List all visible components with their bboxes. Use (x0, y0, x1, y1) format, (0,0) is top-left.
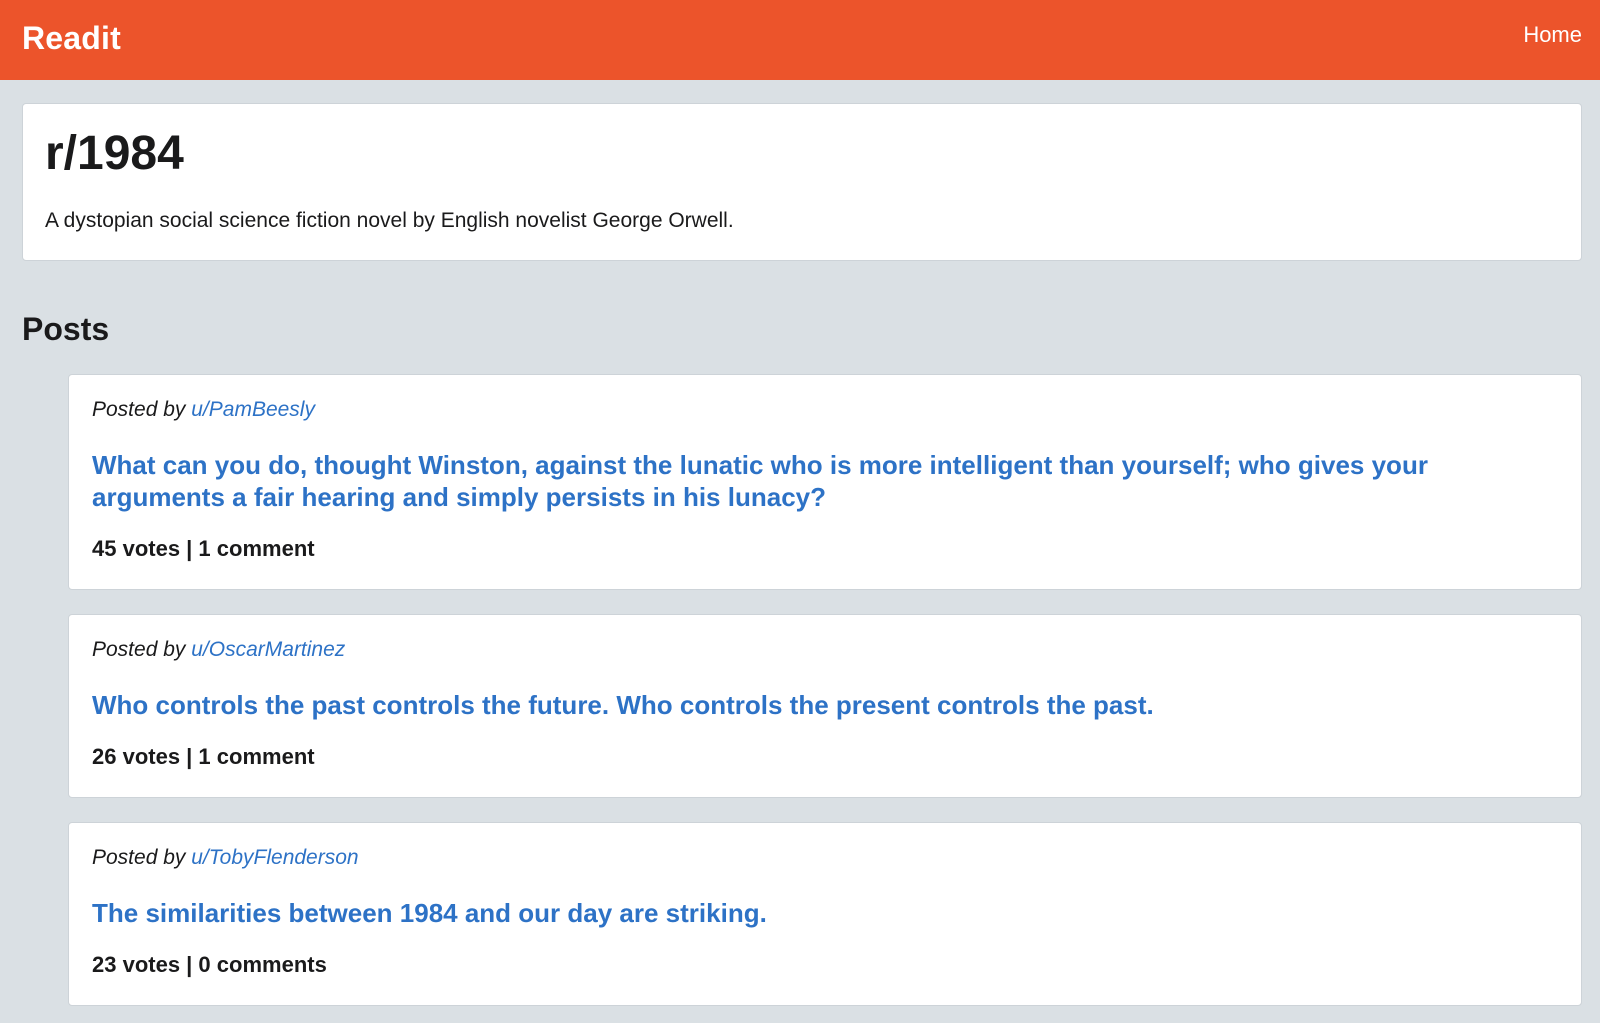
home-link[interactable]: Home (1523, 22, 1582, 48)
main-content: r/1984 A dystopian social science fictio… (0, 80, 1600, 1006)
post-stats: 23 votes | 0 comments (92, 952, 327, 977)
posted-by-label: Posted by (92, 846, 186, 869)
subreddit-title: r/1984 (45, 127, 184, 180)
posts-list: Posted by u/PamBeesly What can you do, t… (68, 374, 1582, 1006)
post-title-link[interactable]: Who controls the past controls the futur… (92, 689, 1558, 721)
post-stats: 26 votes | 1 comment (92, 744, 315, 769)
post-stats: 45 votes | 1 comment (92, 536, 315, 561)
brand-logo-link[interactable]: Readit (22, 20, 121, 57)
post-card: Posted by u/PamBeesly What can you do, t… (68, 374, 1582, 590)
post-title-link[interactable]: The similarities between 1984 and our da… (92, 897, 1558, 929)
post-author-link[interactable]: u/TobyFlenderson (191, 846, 358, 869)
navbar: Readit Home (0, 0, 1600, 80)
post-author-link[interactable]: u/OscarMartinez (191, 638, 345, 661)
post-card: Posted by u/TobyFlenderson The similarit… (68, 822, 1582, 1006)
posted-by-label: Posted by (92, 638, 186, 661)
posts-heading: Posts (22, 311, 110, 347)
post-title-link[interactable]: What can you do, thought Winston, agains… (92, 449, 1558, 513)
post-card: Posted by u/OscarMartinez Who controls t… (68, 614, 1582, 798)
posted-by-label: Posted by (92, 398, 186, 421)
subreddit-header-card: r/1984 A dystopian social science fictio… (22, 103, 1582, 261)
post-byline: Posted by u/PamBeesly (92, 397, 1558, 423)
post-byline: Posted by u/TobyFlenderson (92, 845, 1558, 871)
post-author-link[interactable]: u/PamBeesly (191, 398, 315, 421)
post-byline: Posted by u/OscarMartinez (92, 637, 1558, 663)
subreddit-description: A dystopian social science fiction novel… (45, 209, 734, 232)
